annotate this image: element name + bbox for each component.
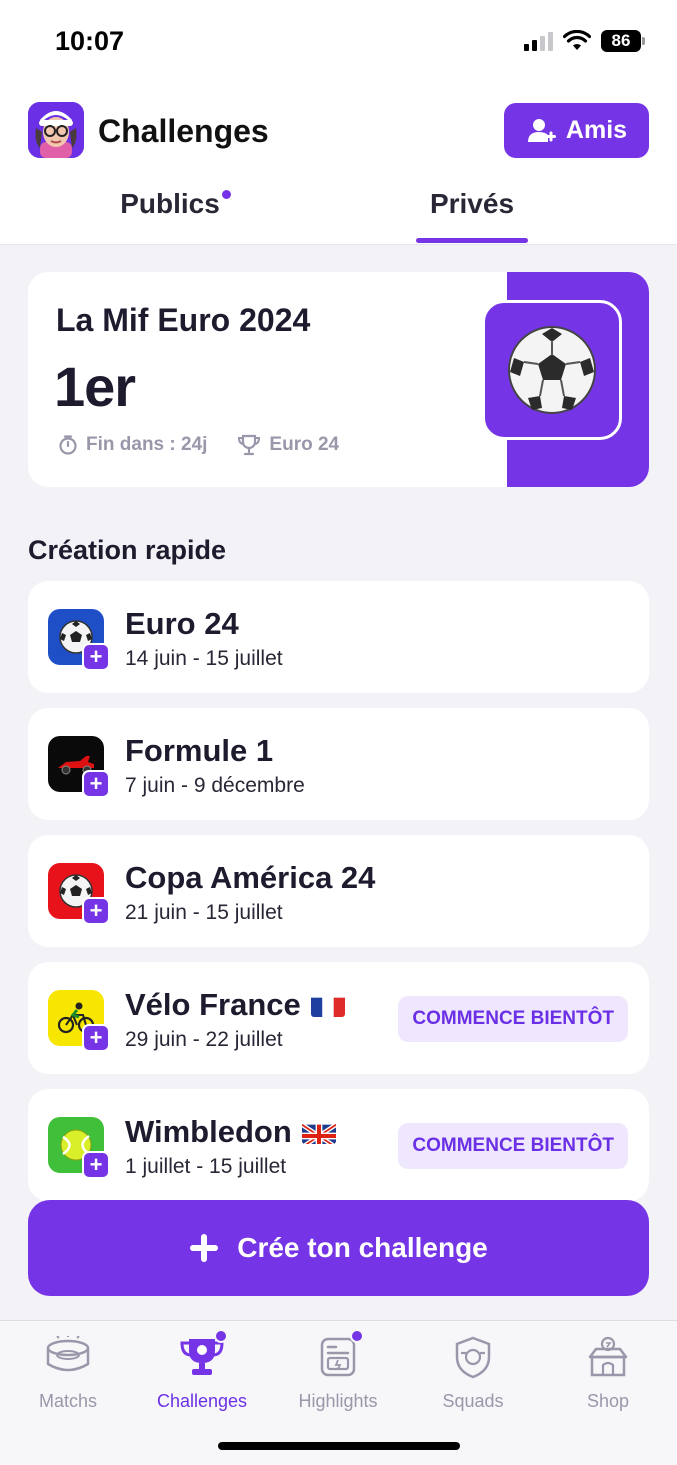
nav-label: Squads xyxy=(442,1391,504,1411)
wifi-icon xyxy=(563,30,591,50)
highlights-icon xyxy=(314,1329,364,1381)
uk-flag-icon xyxy=(301,1120,336,1144)
nav-item-squads[interactable]: Squads xyxy=(413,1333,533,1412)
status-icons: 86 xyxy=(524,30,645,52)
cellular-signal-icon xyxy=(524,31,553,51)
quick-create-dates: 1 juillet - 15 juillet xyxy=(125,1155,287,1178)
featured-challenge-card[interactable]: La Mif Euro 2024 1er Fin dans : 24j Euro… xyxy=(28,272,649,487)
notification-dot xyxy=(214,1329,228,1343)
soccer-ball-icon xyxy=(482,300,622,440)
quick-create-card-copa-america-24[interactable]: + Copa América 24 21 juin - 15 juillet xyxy=(28,835,649,947)
battery-level: 86 xyxy=(601,30,641,52)
nav-item-shop[interactable]: Shop xyxy=(548,1333,668,1412)
create-challenge-label: Crée ton challenge xyxy=(237,1232,488,1263)
notification-dot xyxy=(350,1329,364,1343)
featured-challenge-rank: 1er xyxy=(54,355,136,418)
trophy-small-icon xyxy=(238,434,261,456)
nav-label: Highlights xyxy=(298,1391,378,1411)
quick-create-dates: 14 juin - 15 juillet xyxy=(125,647,283,670)
featured-challenge-meta: Fin dans : 24j Euro 24 xyxy=(58,434,339,456)
tab-prives[interactable]: Privés xyxy=(416,188,528,220)
create-challenge-button[interactable]: Crée ton challenge xyxy=(28,1200,649,1296)
avatar-image xyxy=(28,102,84,158)
shield-icon xyxy=(449,1333,497,1381)
tab-publics-notification-dot xyxy=(222,190,231,199)
avatar[interactable] xyxy=(28,102,84,158)
quick-create-title: Vélo France xyxy=(125,987,345,1023)
status-badge: COMMENCE BIENTÔT xyxy=(398,996,628,1042)
stadium-icon xyxy=(44,1333,92,1381)
section-title-quick-create: Création rapide xyxy=(28,535,227,565)
quick-create-dates: 7 juin - 9 décembre xyxy=(125,774,305,797)
friends-button[interactable]: Amis xyxy=(504,103,649,158)
nav-item-challenges[interactable]: Challenges xyxy=(142,1329,262,1412)
quick-create-card-velo-france[interactable]: + Vélo France 29 juin - 22 juillet COMME… xyxy=(28,962,649,1074)
active-tab-indicator xyxy=(416,238,528,243)
nav-label: Shop xyxy=(586,1391,630,1411)
nav-item-matchs[interactable]: Matchs xyxy=(8,1333,128,1412)
nav-label: Challenges xyxy=(156,1391,248,1411)
quick-create-card-euro-24[interactable]: + Euro 24 14 juin - 15 juillet xyxy=(28,581,649,693)
add-icon: + xyxy=(82,1024,110,1052)
featured-challenge-name: La Mif Euro 2024 xyxy=(56,302,311,338)
stopwatch-icon xyxy=(59,435,77,455)
quick-create-dates: 21 juin - 15 juillet xyxy=(125,901,283,924)
add-icon: + xyxy=(82,643,110,671)
featured-competition: Euro 24 xyxy=(269,434,340,455)
quick-create-card-wimbledon[interactable]: + Wimbledon 1 juillet - 15 juillet COMME… xyxy=(28,1089,649,1201)
status-badge: COMMENCE BIENTÔT xyxy=(398,1123,628,1169)
add-icon: + xyxy=(82,1151,110,1179)
quick-create-title: Copa América 24 xyxy=(125,860,376,895)
add-icon: + xyxy=(82,770,110,798)
add-icon: + xyxy=(82,897,110,925)
nav-label: Matchs xyxy=(38,1391,98,1411)
quick-create-title: Formule 1 xyxy=(125,733,274,768)
france-flag-icon xyxy=(310,993,345,1017)
nav-item-highlights[interactable]: Highlights xyxy=(278,1329,398,1412)
plus-icon xyxy=(190,1234,219,1262)
quick-create-card-formule-1[interactable]: + Formule 1 7 juin - 9 décembre xyxy=(28,708,649,820)
page-title: Challenges xyxy=(98,113,269,149)
trophy-icon xyxy=(178,1329,228,1381)
friends-button-label: Amis xyxy=(565,116,628,144)
add-friend-icon xyxy=(527,118,556,142)
status-time: 10:07 xyxy=(55,26,125,56)
tab-publics[interactable]: Publics xyxy=(110,188,230,220)
home-indicator xyxy=(218,1442,460,1450)
featured-ends-in: Fin dans : 24j xyxy=(86,434,208,455)
battery-icon: 86 xyxy=(601,30,645,52)
quick-create-dates: 29 juin - 22 juillet xyxy=(125,1028,283,1051)
quick-create-title: Euro 24 xyxy=(125,606,239,641)
quick-create-title: Wimbledon xyxy=(125,1114,336,1150)
shop-icon xyxy=(584,1333,632,1381)
